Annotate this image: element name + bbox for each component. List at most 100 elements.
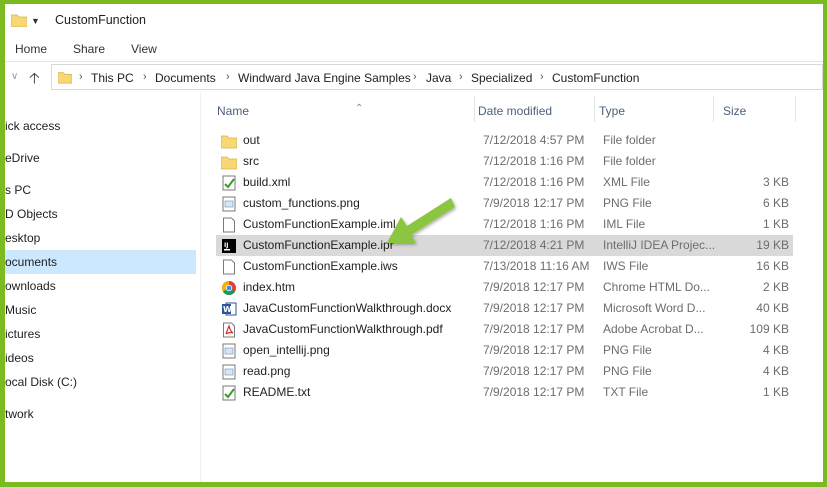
- svg-text:IJ: IJ: [224, 242, 228, 249]
- file-date-modified: 7/12/2018 4:57 PM: [483, 133, 585, 147]
- folder-icon: [57, 70, 73, 87]
- breadcrumb-this-pc[interactable]: This PC: [91, 71, 134, 85]
- file-date-modified: 7/9/2018 12:17 PM: [483, 301, 585, 315]
- file-name: CustomFunctionExample.ipr: [243, 238, 394, 252]
- nav-item-music[interactable]: Music: [5, 298, 196, 322]
- file-name: CustomFunctionExample.iml: [243, 217, 396, 231]
- file-row[interactable]: read.png 7/9/2018 12:17 PM PNG File 4 KB: [216, 361, 793, 382]
- file-row[interactable]: build.xml 7/12/2018 1:16 PM XML File 3 KB: [216, 172, 793, 193]
- file-date-modified: 7/9/2018 12:17 PM: [483, 322, 585, 336]
- file-date-modified: 7/9/2018 12:17 PM: [483, 385, 585, 399]
- up-arrow-icon[interactable]: 🡡: [29, 68, 40, 93]
- svg-text:W: W: [223, 305, 232, 314]
- file-name: JavaCustomFunctionWalkthrough.pdf: [243, 322, 443, 336]
- nav-item-this-pc[interactable]: s PC: [5, 178, 196, 202]
- file-date-modified: 7/9/2018 12:17 PM: [483, 364, 585, 378]
- nav-item-downloads[interactable]: ownloads: [5, 274, 196, 298]
- column-header-name[interactable]: ⌃ Name: [217, 100, 472, 124]
- column-header-date[interactable]: Date modified: [478, 100, 588, 124]
- chevron-right-icon[interactable]: ›: [540, 71, 544, 83]
- sort-ascending-icon: ⌃: [355, 103, 364, 114]
- file-row[interactable]: index.htm 7/9/2018 12:17 PM Chrome HTML Do…: [216, 277, 793, 298]
- nav-item-3d-objects[interactable]: D Objects: [5, 202, 196, 226]
- chevron-right-icon[interactable]: ›: [226, 71, 230, 83]
- file-row[interactable]: src 7/12/2018 1:16 PM File folder: [216, 151, 793, 172]
- file-row[interactable]: custom_functions.png 7/9/2018 12:17 PM PNG…: [216, 193, 793, 214]
- file-type: PNG File: [603, 364, 652, 378]
- column-divider[interactable]: [594, 96, 595, 122]
- file-type: IntelliJ IDEA Projec...: [603, 238, 715, 252]
- file-row[interactable]: JavaCustomFunctionWalkthrough.pdf 7/9/201…: [216, 319, 793, 340]
- file-date-modified: 7/9/2018 12:17 PM: [483, 196, 585, 210]
- file-row[interactable]: IJ CustomFunctionExample.ipr 7/12/2018 4:2…: [216, 235, 793, 256]
- nav-item-network[interactable]: twork: [5, 402, 196, 426]
- folder-icon[interactable]: [10, 13, 28, 30]
- tab-view[interactable]: View: [131, 42, 157, 56]
- folder-icon: [220, 154, 238, 170]
- chevron-right-icon[interactable]: ›: [459, 71, 463, 83]
- nav-item-local-disk[interactable]: ocal Disk (C:): [5, 370, 196, 394]
- file-row[interactable]: out 7/12/2018 4:57 PM File folder: [216, 130, 793, 151]
- file-size: 16 KB: [756, 259, 789, 273]
- tab-home[interactable]: Home: [15, 42, 47, 56]
- file-size: 2 KB: [762, 280, 789, 294]
- column-divider[interactable]: [474, 96, 475, 122]
- file-size: 4 KB: [762, 364, 789, 378]
- file-size: 19 KB: [756, 238, 789, 252]
- column-header-size[interactable]: Size: [723, 100, 783, 124]
- file-name: JavaCustomFunctionWalkthrough.docx: [243, 301, 452, 315]
- chevron-right-icon[interactable]: ›: [143, 71, 147, 83]
- chrome-icon: [221, 280, 237, 296]
- image-file-icon: [221, 343, 237, 359]
- file-type: Microsoft Word D...: [603, 301, 706, 315]
- file-name: CustomFunctionExample.iws: [243, 259, 398, 273]
- file-row[interactable]: CustomFunctionExample.iml 7/12/2018 1:16 …: [216, 214, 793, 235]
- file-type: PNG File: [603, 196, 652, 210]
- quick-access-dropdown-icon[interactable]: ▼: [31, 16, 40, 26]
- file-date-modified: 7/12/2018 1:16 PM: [483, 175, 585, 189]
- column-divider[interactable]: [713, 96, 714, 122]
- file-name: README.txt: [243, 385, 311, 399]
- address-bar[interactable]: › This PC › Documents › Windward Java En…: [51, 64, 823, 90]
- chevron-right-icon[interactable]: ›: [79, 71, 83, 83]
- file-name: index.htm: [243, 280, 296, 294]
- column-divider[interactable]: [795, 96, 796, 122]
- nav-item-videos[interactable]: ideos: [5, 346, 196, 370]
- file-row[interactable]: CustomFunctionExample.iws 7/13/2018 11:16…: [216, 256, 793, 277]
- window-title: CustomFunction: [55, 13, 147, 27]
- file-row[interactable]: README.txt 7/9/2018 12:17 PM TXT File 1 KB: [216, 382, 793, 403]
- title-bar: ▼ CustomFunction: [5, 4, 823, 36]
- nav-item-documents[interactable]: ocuments: [5, 250, 196, 274]
- xml-file-icon: [221, 175, 237, 191]
- breadcrumb-specialized[interactable]: Specialized: [471, 71, 532, 85]
- file-date-modified: 7/12/2018 1:16 PM: [483, 217, 585, 231]
- file-row[interactable]: open_intellij.png 7/9/2018 12:17 PM PNG Fi…: [216, 340, 793, 361]
- file-type: File folder: [603, 133, 656, 147]
- tab-share[interactable]: Share: [73, 42, 105, 56]
- file-name: build.xml: [243, 175, 291, 189]
- file-type: File folder: [603, 154, 656, 168]
- file-type: Adobe Acrobat D...: [603, 322, 704, 336]
- file-size: 6 KB: [762, 196, 789, 210]
- file-size: 40 KB: [756, 301, 789, 315]
- nav-item-onedrive[interactable]: eDrive: [5, 146, 196, 170]
- recent-locations-icon[interactable]: ∨: [11, 71, 18, 82]
- chevron-right-icon[interactable]: ›: [413, 71, 417, 83]
- nav-item-desktop[interactable]: esktop: [5, 226, 196, 250]
- nav-item-pictures[interactable]: ictures: [5, 322, 196, 346]
- column-header-name-label: Name: [217, 104, 250, 118]
- file-row[interactable]: W JavaCustomFunctionWalkthrough.docx 7/9/2…: [216, 298, 793, 319]
- breadcrumb-customfunction[interactable]: CustomFunction: [552, 71, 639, 85]
- breadcrumb-windward-samples[interactable]: Windward Java Engine Samples: [238, 71, 411, 85]
- column-header-type[interactable]: Type: [599, 100, 709, 124]
- breadcrumb-documents[interactable]: Documents: [155, 71, 216, 85]
- breadcrumb-java[interactable]: Java: [426, 71, 451, 85]
- image-file-icon: [221, 196, 237, 212]
- file-list-pane: ⌃ Name Date modified Type Size out 7/12/2…: [202, 92, 823, 482]
- file-date-modified: 7/13/2018 11:16 AM: [483, 259, 590, 273]
- intellij-file-icon: IJ: [221, 238, 237, 254]
- file-name: out: [243, 133, 260, 147]
- blank-file-icon: [221, 217, 237, 233]
- nav-item-quick-access[interactable]: ick access: [5, 114, 196, 138]
- file-name: src: [243, 154, 259, 168]
